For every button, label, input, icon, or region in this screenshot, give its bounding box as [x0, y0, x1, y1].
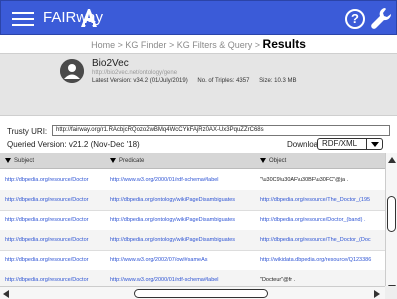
subject-cell[interactable]: http://dbpedia.org/resource/Doctor [5, 210, 107, 231]
object-cell: "\u30C9\u30AF\u30BF\u30FC"@ja . [260, 177, 349, 183]
horizontal-scroll-thumb[interactable] [134, 289, 268, 298]
sort-arrow-icon [260, 157, 266, 163]
predicate-cell[interactable]: http://www.w3.org/2002/07/owl#sameAs [110, 250, 257, 271]
help-icon[interactable]: ? [345, 9, 365, 29]
breadcrumb-item-kg-filters[interactable]: KG Filters & Query [177, 40, 253, 50]
trusty-uri-label: Trusty URI: [7, 127, 48, 136]
vertical-scrollbar[interactable] [385, 153, 397, 299]
predicate-cell[interactable]: http://dbpedia.org/ontology/wikiPageDisa… [110, 190, 257, 211]
object-cell[interactable]: http://wikidata.dbpedia.org/resource/Q12… [260, 250, 385, 271]
breadcrumb-separator: > [117, 40, 123, 50]
results-table: Subject Predicate Object http://dbpedia.… [0, 153, 397, 299]
dataset-avatar-icon [60, 59, 84, 83]
table-row: http://dbpedia.org/resource/Doctorhttp:/… [0, 230, 385, 251]
sort-arrow-icon [5, 157, 11, 163]
table-row: http://dbpedia.org/resource/Doctorhttp:/… [0, 250, 385, 271]
chevron-down-icon[interactable] [366, 139, 382, 149]
trusty-uri-field[interactable]: http://fairway.org/r1.RAcbjcRQozo2wBMq4W… [52, 125, 390, 136]
breadcrumb-separator: > [254, 40, 261, 50]
top-bar: FAIRway ? [0, 0, 397, 35]
column-header-predicate[interactable]: Predicate [110, 153, 144, 169]
horizontal-scrollbar[interactable] [0, 286, 385, 299]
table-row: http://dbpedia.org/resource/Doctorhttp:/… [0, 210, 385, 231]
table-header: Subject Predicate Object [0, 153, 385, 169]
object-cell[interactable]: http://dbpedia.org/resource/The_Doctor_(… [260, 230, 385, 251]
scroll-left-icon[interactable] [3, 290, 9, 298]
table-row: http://dbpedia.org/resource/Doctorhttp:/… [0, 190, 385, 211]
sort-arrow-icon [110, 157, 116, 163]
predicate-cell[interactable]: http://dbpedia.org/ontology/wikiPageDisa… [110, 210, 257, 231]
fairway-logo-icon [81, 9, 97, 27]
scrollbar-corner [385, 286, 397, 299]
queried-version: Queried Version: v21.2 (Nov-Dec '18) [7, 140, 140, 149]
breadcrumb-current: Results [262, 37, 306, 51]
dataset-header: Bio2Vec http://bio2vec.net/ontology/gene… [0, 53, 397, 116]
download-format-value: RDF/XML [322, 139, 358, 148]
breadcrumb-separator: > [168, 40, 175, 50]
dataset-name: Bio2Vec [92, 58, 129, 69]
table-row: http://dbpedia.org/resource/Doctorhttp:/… [0, 170, 385, 191]
dataset-meta: Latest Version: v34.2 (01/July/2019) No.… [92, 78, 304, 84]
column-header-subject[interactable]: Subject [5, 153, 34, 169]
hamburger-menu-icon[interactable] [12, 12, 34, 26]
subject-cell[interactable]: http://dbpedia.org/resource/Doctor [5, 190, 107, 211]
breadcrumb-item-kg-finder[interactable]: KG Finder [125, 40, 166, 50]
wrench-icon[interactable] [371, 7, 391, 29]
dataset-version: Latest Version: v34.2 (01/July/2019) [92, 78, 188, 84]
download-format-select[interactable]: RDF/XML [317, 138, 383, 150]
predicate-cell[interactable]: http://dbpedia.org/ontology/wikiPageDisa… [110, 230, 257, 251]
dataset-size: Size: 10.3 MB [259, 78, 297, 84]
object-cell[interactable]: http://dbpedia.org/resource/Doctor_(band… [260, 210, 385, 231]
breadcrumb: Home > KG Finder > KG Filters & Query > … [0, 35, 397, 53]
scroll-up-icon[interactable] [388, 157, 396, 163]
scroll-right-icon[interactable] [374, 290, 380, 298]
dataset-url[interactable]: http://bio2vec.net/ontology/gene [92, 70, 177, 76]
predicate-cell[interactable]: http://www.w3.org/2000/01/rdf-schema#lab… [110, 170, 257, 191]
subject-cell[interactable]: http://dbpedia.org/resource/Doctor [5, 250, 107, 271]
breadcrumb-item-home[interactable]: Home [91, 40, 115, 50]
subject-cell[interactable]: http://dbpedia.org/resource/Doctor [5, 170, 107, 191]
subject-cell[interactable]: http://dbpedia.org/resource/Doctor [5, 230, 107, 251]
vertical-scroll-thumb[interactable] [387, 196, 396, 232]
dataset-triples: No. of Triples: 4357 [197, 78, 250, 84]
column-header-object[interactable]: Object [260, 153, 286, 169]
object-cell[interactable]: http://dbpedia.org/resource/The_Doctor_(… [260, 190, 385, 211]
